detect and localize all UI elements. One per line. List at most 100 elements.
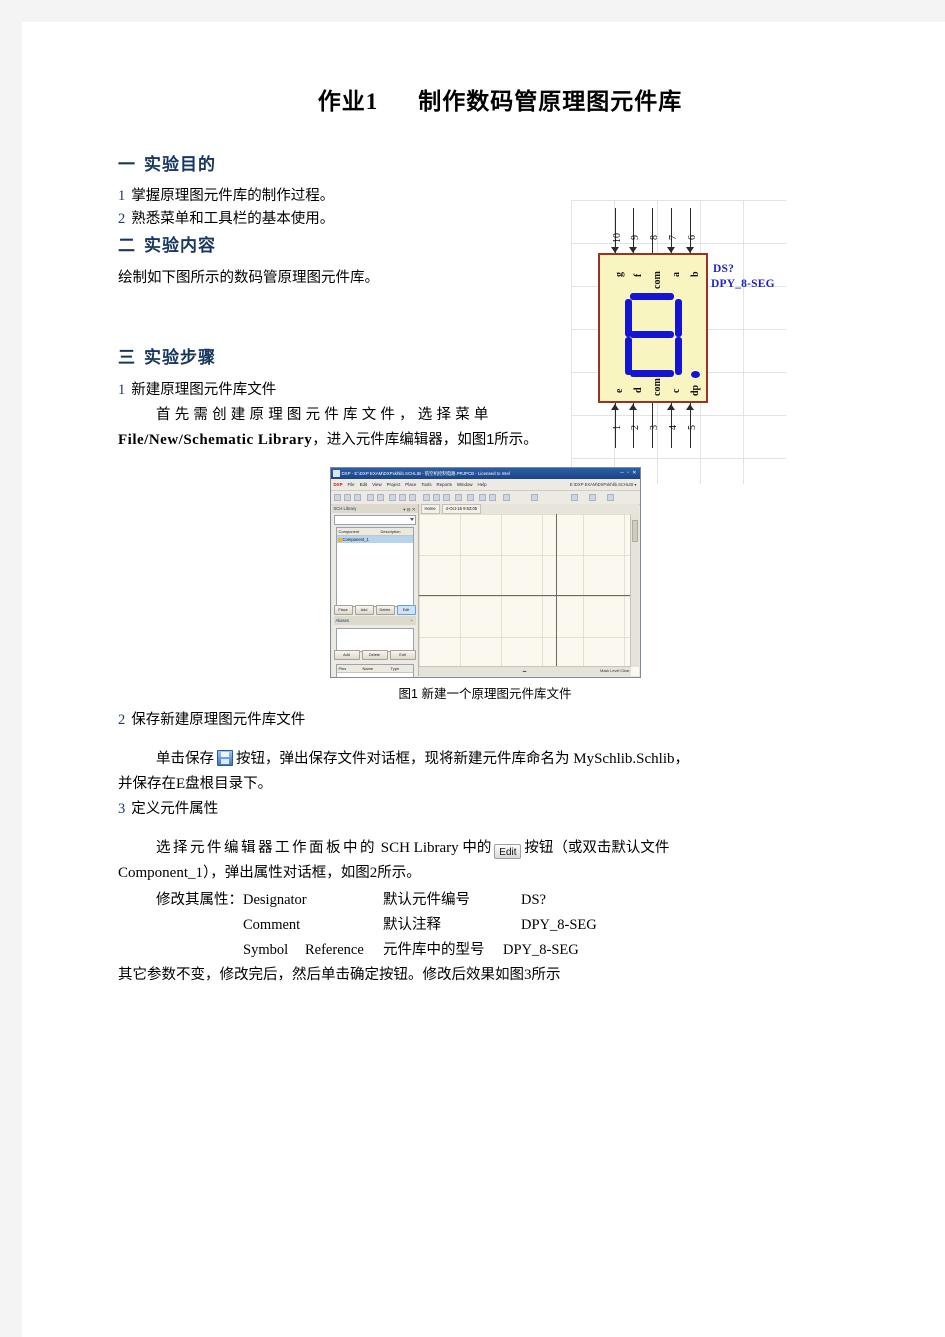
step-1-title-text: 新建原理图元件库文件 xyxy=(131,382,277,398)
aliases-header-label: Aliases xyxy=(335,618,350,623)
vertical-scroll-thumb[interactable] xyxy=(631,520,638,542)
figure-1-caption-text: 新建一个原理图元件库文件 xyxy=(421,687,572,701)
menu-bar-path[interactable]: E:\DXP EXAM\DXPxkhlib.SCHLIB ▾ xyxy=(570,479,637,490)
tab-schlib[interactable]: 4-Oct-16 9:53:05 xyxy=(441,504,482,514)
property-desc-designator: 默认元件编号 xyxy=(383,892,470,908)
components-list[interactable]: Component Description Component_1 xyxy=(335,527,414,607)
save-icon[interactable] xyxy=(217,750,233,766)
place-button[interactable]: Place xyxy=(333,605,353,615)
edit-button[interactable]: Edit xyxy=(396,605,416,615)
aliases-edit-button[interactable]: Edit xyxy=(389,650,416,660)
menu-item-project[interactable]: Project xyxy=(387,479,401,490)
aliases-list[interactable] xyxy=(335,628,414,652)
toolbar-save-icon[interactable] xyxy=(353,494,361,501)
origin-axis-vertical xyxy=(556,514,558,667)
section-number-2: 二 xyxy=(118,236,136,255)
toolbar-layer-icon[interactable] xyxy=(588,494,596,501)
property-value-symbol: DPY_8-SEG xyxy=(503,942,579,958)
toolbar-move-icon[interactable] xyxy=(466,494,474,501)
delete-button[interactable]: Delete xyxy=(375,605,395,615)
toolbar-redo-icon[interactable] xyxy=(488,494,496,501)
menu-item-help[interactable]: Help xyxy=(478,479,487,490)
panel-pin-icon[interactable]: ▾ ⊟ ✕ xyxy=(403,505,415,514)
property-row-comment: Comment 默认注释 DPY_8-SEG xyxy=(243,917,597,933)
purpose-item-2-number: 2 xyxy=(118,211,126,227)
toolbar-select-icon[interactable] xyxy=(454,494,462,501)
step-2-number: 2 xyxy=(118,712,126,728)
menu-item-place[interactable]: Place xyxy=(405,479,416,490)
section-heading-2: 二实验内容 xyxy=(100,231,870,256)
schematic-canvas-area: Home 4-Oct-16 9:53:05 ▬ Mask Level Clear xyxy=(418,504,639,676)
section-number-1: 一 xyxy=(118,155,136,174)
toolbar-copy-icon[interactable] xyxy=(432,494,440,501)
purpose-item-1-text: 掌握原理图元件库的制作过程。 xyxy=(131,188,335,204)
aliases-collapse-icon[interactable]: ⌃ xyxy=(410,617,414,626)
toolbar-new-icon[interactable] xyxy=(333,494,341,501)
step-3-text-d: ），弹出属性对话框，如图 xyxy=(203,865,370,881)
altium-menu-bar[interactable]: DXP File Edit View Project Place Tools Reports W… xyxy=(330,479,640,491)
toolbar-cut-icon[interactable] xyxy=(422,494,430,501)
step-3-title-text: 定义元件属性 xyxy=(131,801,219,817)
figure-1-screenshot: DXP - E:\DXP EXAM\DXPxkhlib.SCHLIB - 航空机… xyxy=(329,467,641,678)
property-desc-symbol: 元件库中的型号 xyxy=(383,942,485,958)
chevron-down-icon[interactable] xyxy=(409,518,414,521)
altium-toolbar[interactable] xyxy=(330,491,640,505)
schematic-sheet[interactable] xyxy=(418,514,631,667)
toolbar-grid-icon[interactable] xyxy=(502,494,510,501)
purpose-item-1: 1 掌握原理图元件库的制作过程。 xyxy=(100,185,870,208)
property-key-comment: Comment xyxy=(243,917,301,933)
toolbar-zoom-fit-icon[interactable] xyxy=(408,494,416,501)
toolbar-open-icon[interactable] xyxy=(343,494,351,501)
component-icon xyxy=(337,537,342,542)
step-3-text-c: 按钮（或双击默认文件 xyxy=(524,840,670,856)
menu-item-view[interactable]: View xyxy=(372,479,381,490)
add-button[interactable]: Add xyxy=(354,605,374,615)
step-2-line2-a: 并保存在 xyxy=(118,776,176,792)
canvas-status-text: Mask Level Clear xyxy=(600,669,630,673)
property-key-reference: Reference xyxy=(305,942,364,958)
toolbar-mode-icon[interactable] xyxy=(530,494,538,501)
page-title: 作业1 制作数码管原理图元件库 xyxy=(100,82,870,116)
properties-lead-text: 修改其属性： xyxy=(156,892,243,908)
property-row-symbol-reference: Symbol Reference 元件库中的型号 DPY_8-SEG xyxy=(243,942,579,958)
toolbar-zoom-in-icon[interactable] xyxy=(388,494,396,501)
altium-app-icon xyxy=(332,470,340,477)
aliases-buttons-row[interactable]: Add Delete Edit xyxy=(333,650,416,660)
section-heading-1: 一实验目的 xyxy=(100,150,870,175)
title-prefix: 作业 xyxy=(317,89,366,114)
menu-item-edit[interactable]: Edit xyxy=(360,479,368,490)
component-row-selected[interactable]: Component_1 xyxy=(336,536,413,543)
section-title-3: 实验步骤 xyxy=(144,348,216,367)
menu-item-window[interactable]: Window xyxy=(457,479,473,490)
toolbar-print-icon[interactable] xyxy=(366,494,374,501)
toolbar-zoom-out-icon[interactable] xyxy=(398,494,406,501)
step-2-body-line2: 并保存在E盘根目录下。 xyxy=(100,772,870,797)
pins-list[interactable]: Pins Name Type xyxy=(335,664,414,677)
aliases-add-button[interactable]: Add xyxy=(333,650,360,660)
toolbar-paste-icon[interactable] xyxy=(442,494,450,501)
default-component-name: Component_1 xyxy=(118,865,203,881)
step-1-body-tail: ，进入元件库编辑器，如图1所示。 xyxy=(312,432,538,448)
window-controls[interactable]: ─ ▫ ✕ xyxy=(620,470,637,477)
figure-1-caption: 图1 新建一个原理图元件库文件 xyxy=(100,683,870,702)
component-buttons-row[interactable]: Place Add Delete Edit xyxy=(333,605,416,615)
tab-home[interactable]: Home xyxy=(420,504,440,514)
menu-item-reports[interactable]: Reports xyxy=(437,479,452,490)
toolbar-undo-icon[interactable] xyxy=(478,494,486,501)
toolbar-config-icon[interactable] xyxy=(606,494,614,501)
canvas-horizontal-scrollbar[interactable]: ▬ xyxy=(418,666,631,676)
menu-item-dxp[interactable]: DXP xyxy=(334,479,343,490)
canvas-vertical-scrollbar[interactable] xyxy=(629,514,639,667)
component-search-input[interactable] xyxy=(333,515,416,525)
sch-library-panel-title: SCH Library xyxy=(333,506,357,511)
menu-item-tools[interactable]: Tools xyxy=(421,479,431,490)
property-key-symbol: Symbol xyxy=(243,942,289,958)
column-pin-name: Name xyxy=(362,666,374,671)
toolbar-preview-icon[interactable] xyxy=(376,494,384,501)
step-2-title: 2 保存新建原理图元件库文件 xyxy=(100,708,870,733)
menu-item-file[interactable]: File xyxy=(348,479,355,490)
property-desc-comment: 默认注释 xyxy=(383,917,441,933)
aliases-delete-button[interactable]: Delete xyxy=(361,650,388,660)
toolbar-library-icon[interactable] xyxy=(570,494,578,501)
edit-button-icon[interactable]: Edit xyxy=(494,844,522,859)
